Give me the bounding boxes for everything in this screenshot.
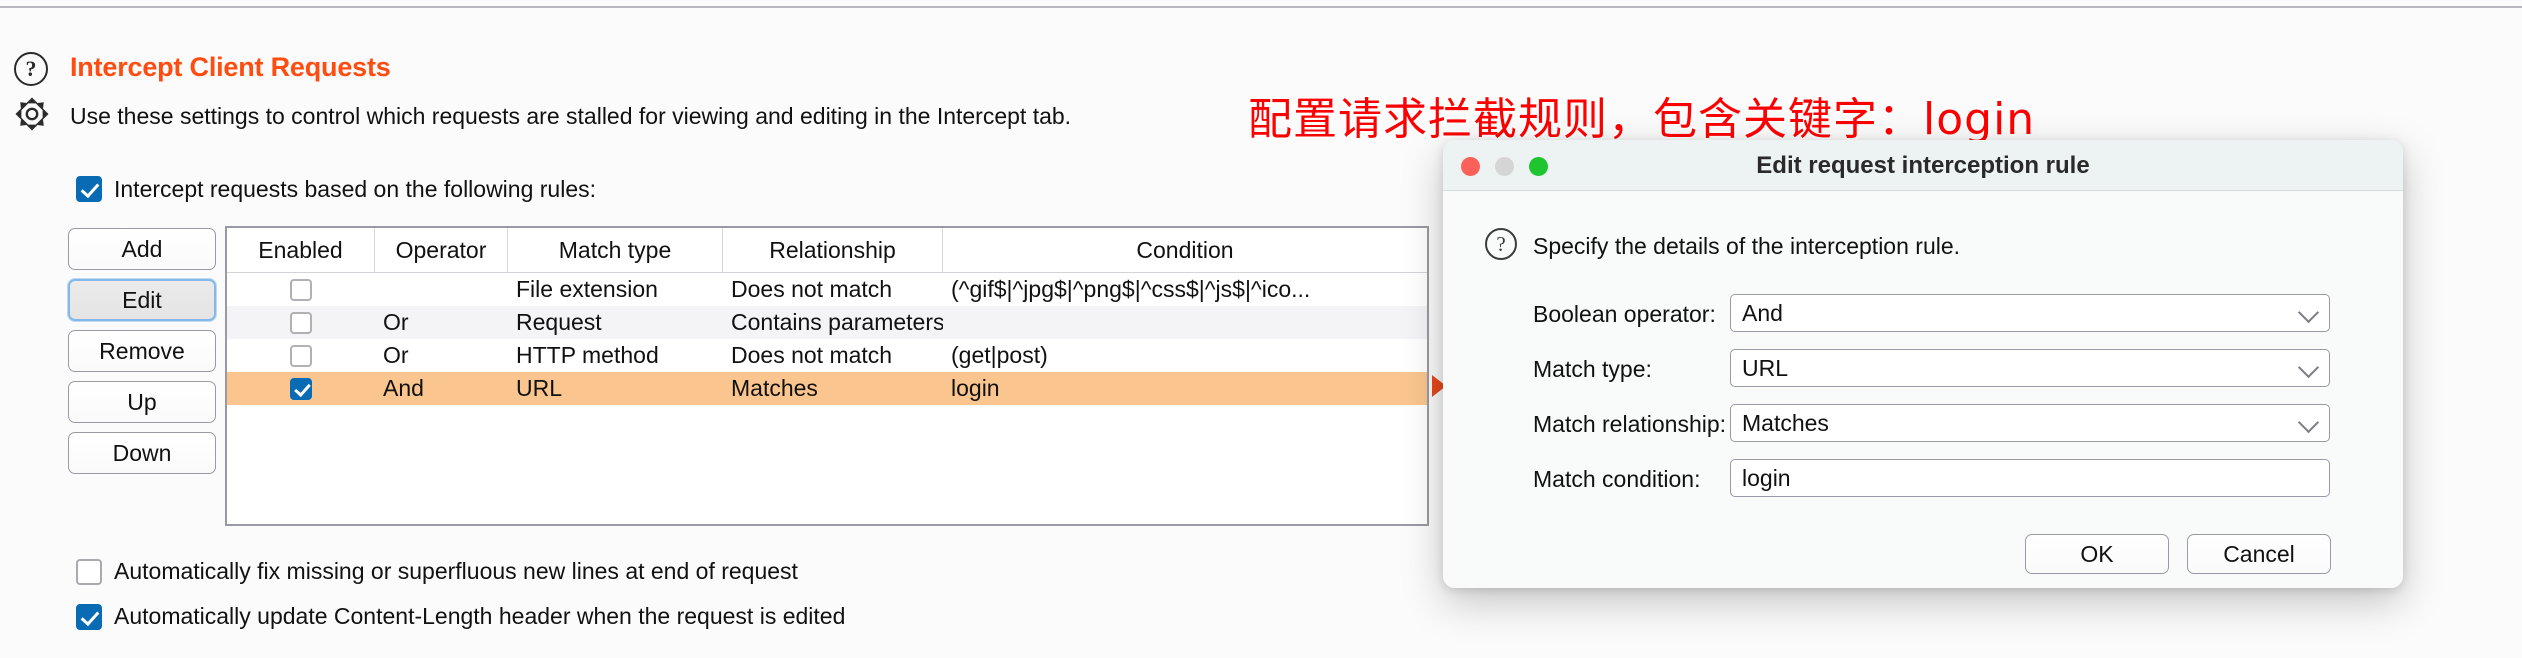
row-relationship: Contains parameters bbox=[731, 309, 943, 335]
app-root: ? Intercept Client Requests Use these se… bbox=[0, 0, 2522, 658]
update-content-length-label: Automatically update Content-Length head… bbox=[114, 603, 846, 629]
row-enabled-checkbox[interactable] bbox=[290, 311, 312, 334]
gear-icon[interactable] bbox=[14, 96, 50, 132]
cancel-button[interactable]: Cancel bbox=[2187, 534, 2331, 574]
fix-newlines-label: Automatically fix missing or superfluous… bbox=[114, 558, 798, 584]
chevron-down-icon bbox=[2297, 411, 2320, 434]
table-row-selected[interactable]: And URL Matches login bbox=[227, 372, 1427, 405]
row-match-type: File extension bbox=[516, 276, 658, 302]
row-match-type: HTTP method bbox=[516, 342, 659, 368]
row-relationship: Does not match bbox=[731, 342, 893, 368]
help-icon[interactable]: ? bbox=[14, 52, 48, 86]
row-relationship: Matches bbox=[731, 375, 818, 401]
row-condition: (^gif$|^jpg$|^png$|^css$|^js$|^ico... bbox=[951, 276, 1311, 302]
edit-button[interactable]: Edit bbox=[68, 279, 216, 321]
update-content-length-checkbox[interactable] bbox=[76, 604, 102, 630]
rules-table[interactable]: Enabled Operator Match type Relationship… bbox=[225, 226, 1429, 526]
row-enabled-cell[interactable] bbox=[227, 311, 375, 334]
page-title: Intercept Client Requests bbox=[70, 52, 391, 82]
up-button[interactable]: Up bbox=[68, 381, 216, 423]
row-condition: login bbox=[951, 375, 1000, 401]
annotation-text: 配置请求拦截规则，包含关键字：login bbox=[1248, 94, 2036, 145]
ok-button[interactable]: OK bbox=[2025, 534, 2169, 574]
boolean-operator-select[interactable]: And bbox=[1730, 294, 2330, 332]
dialog-title: Edit request interception rule bbox=[1756, 152, 2090, 179]
row-enabled-cell[interactable] bbox=[227, 344, 375, 367]
match-condition-input[interactable]: login bbox=[1730, 459, 2330, 497]
row-enabled-checkbox[interactable] bbox=[290, 377, 312, 400]
intercept-rules-checkbox[interactable] bbox=[76, 176, 102, 202]
dialog-description: Specify the details of the interception … bbox=[1533, 233, 1961, 259]
intercept-rules-label: Intercept requests based on the followin… bbox=[114, 176, 597, 202]
top-divider bbox=[0, 6, 2522, 8]
match-relationship-value: Matches bbox=[1742, 409, 1829, 436]
column-header-enabled[interactable]: Enabled bbox=[227, 228, 375, 272]
match-relationship-label: Match relationship: bbox=[1533, 411, 1727, 437]
down-button[interactable]: Down bbox=[68, 432, 216, 474]
match-condition-label: Match condition: bbox=[1533, 466, 1701, 492]
edit-rule-dialog: Edit request interception rule ? Specify… bbox=[1443, 140, 2403, 588]
chevron-down-icon bbox=[2297, 356, 2320, 379]
fix-newlines-checkbox[interactable] bbox=[76, 559, 102, 585]
row-operator: Or bbox=[383, 342, 409, 368]
table-header-row: Enabled Operator Match type Relationship… bbox=[227, 228, 1427, 273]
table-row[interactable]: Or HTTP method Does not match (get|post) bbox=[227, 339, 1427, 372]
row-operator: Or bbox=[383, 309, 409, 335]
remove-button[interactable]: Remove bbox=[68, 330, 216, 372]
table-row[interactable]: File extension Does not match (^gif$|^jp… bbox=[227, 273, 1427, 306]
match-condition-value: login bbox=[1742, 464, 1791, 491]
column-header-relationship[interactable]: Relationship bbox=[723, 228, 943, 272]
row-match-type: URL bbox=[516, 375, 563, 401]
dialog-titlebar[interactable]: Edit request interception rule bbox=[1443, 140, 2403, 191]
match-type-label: Match type: bbox=[1533, 356, 1652, 382]
column-header-operator[interactable]: Operator bbox=[375, 228, 508, 272]
table-body: File extension Does not match (^gif$|^jp… bbox=[227, 273, 1427, 405]
boolean-operator-value: And bbox=[1742, 299, 1783, 326]
dialog-help-icon: ? bbox=[1485, 228, 1517, 260]
boolean-operator-label: Boolean operator: bbox=[1533, 301, 1716, 327]
match-relationship-select[interactable]: Matches bbox=[1730, 404, 2330, 442]
row-enabled-checkbox[interactable] bbox=[290, 344, 312, 367]
match-type-value: URL bbox=[1742, 354, 1789, 381]
row-enabled-checkbox[interactable] bbox=[290, 278, 312, 301]
row-condition: (get|post) bbox=[951, 342, 1048, 368]
dialog-body: ? Specify the details of the interceptio… bbox=[1443, 191, 2403, 588]
chevron-down-icon bbox=[2297, 301, 2320, 324]
row-match-type: Request bbox=[516, 309, 602, 335]
page-subtitle: Use these settings to control which requ… bbox=[70, 103, 1072, 129]
row-enabled-cell[interactable] bbox=[227, 278, 375, 301]
column-header-match-type[interactable]: Match type bbox=[508, 228, 723, 272]
row-relationship: Does not match bbox=[731, 276, 893, 302]
table-row[interactable]: Or Request Contains parameters bbox=[227, 306, 1427, 339]
row-enabled-cell[interactable] bbox=[227, 377, 375, 400]
match-type-select[interactable]: URL bbox=[1730, 349, 2330, 387]
column-header-condition[interactable]: Condition bbox=[943, 228, 1427, 272]
add-button[interactable]: Add bbox=[68, 228, 216, 270]
row-operator: And bbox=[383, 375, 424, 401]
